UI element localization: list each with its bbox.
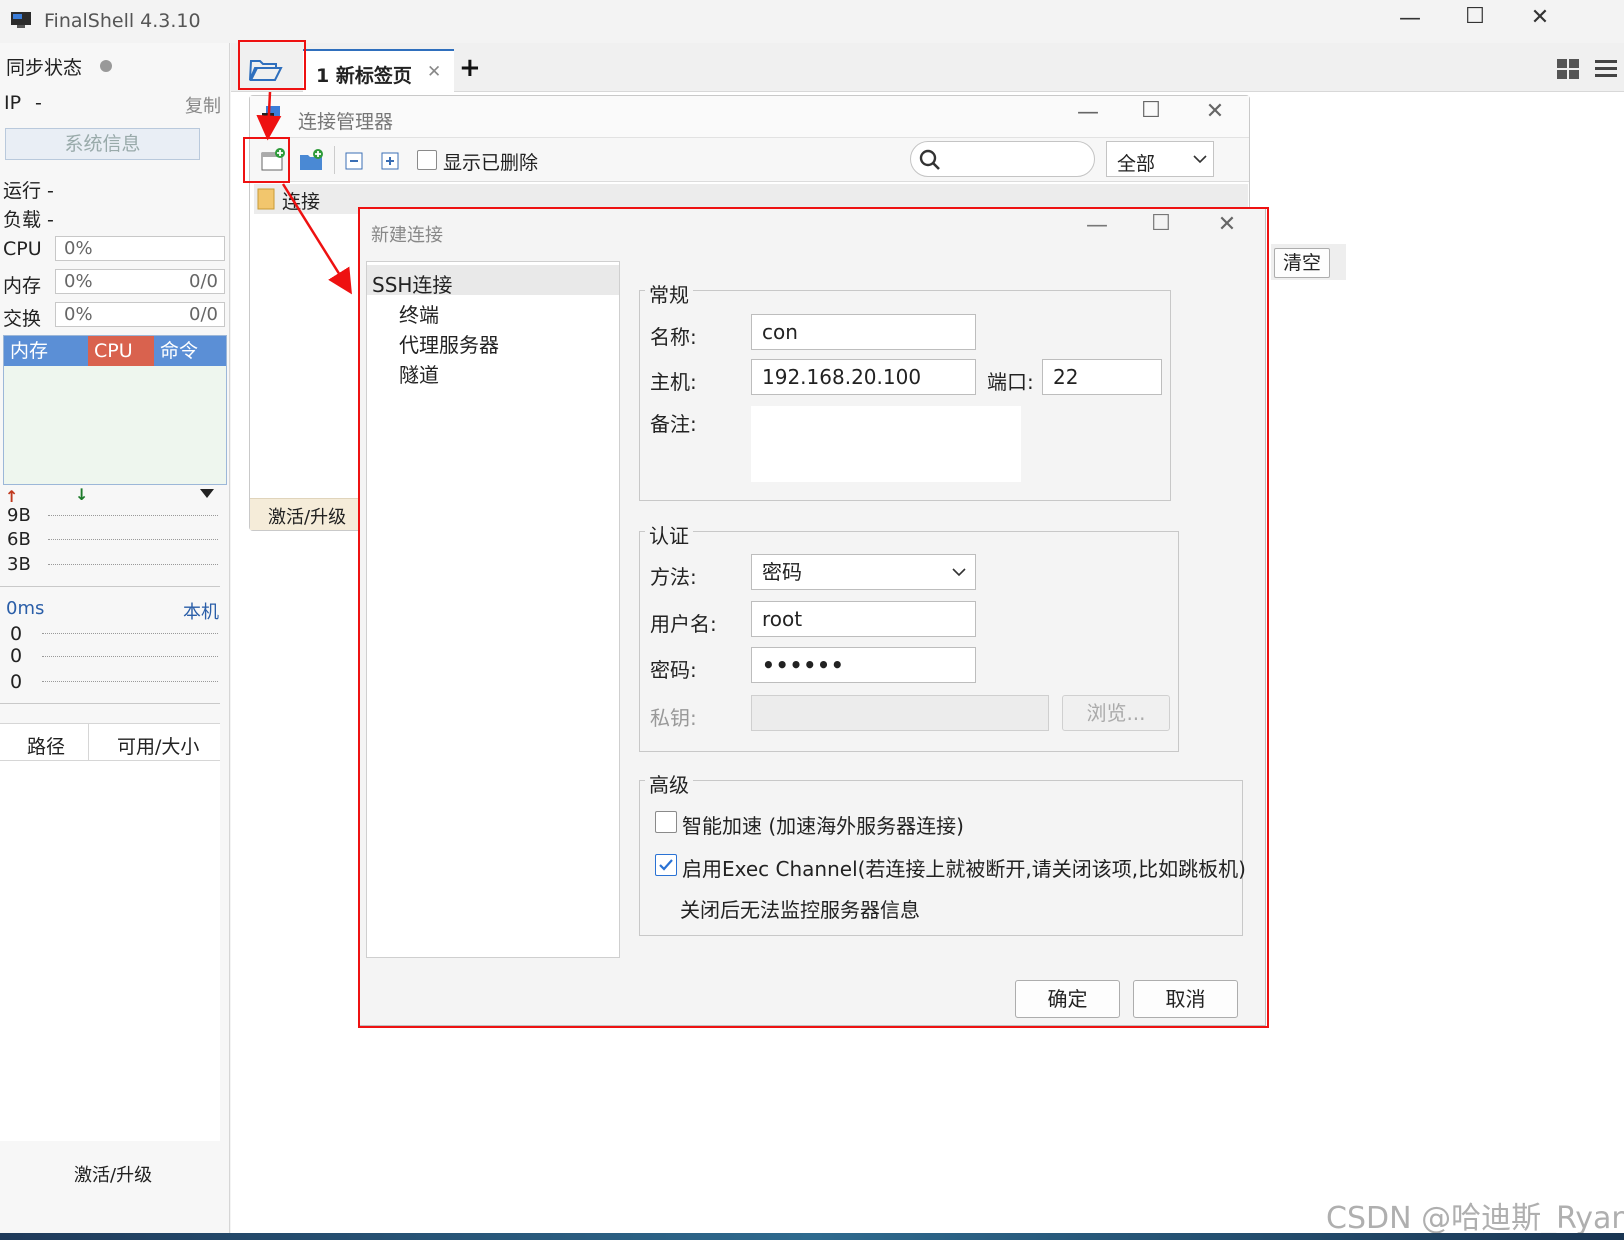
desktop-strip	[0, 1233, 1624, 1240]
watermark: CSDN @哈迪斯_Ryan	[1326, 1201, 1624, 1236]
annotation-arrows	[256, 91, 352, 295]
